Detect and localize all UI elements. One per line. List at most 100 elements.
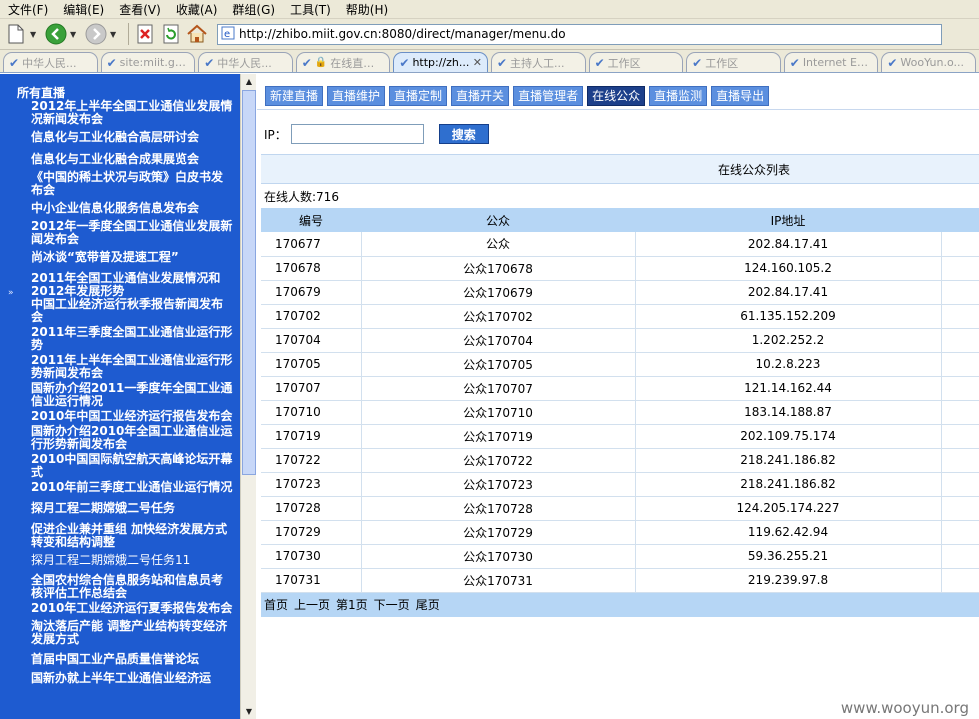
pager-next[interactable]: 下一页 [374, 596, 410, 613]
refresh-icon[interactable] [159, 22, 183, 46]
nav-new-live[interactable]: 新建直播 [265, 85, 324, 106]
cell-id: 170710 [261, 400, 362, 425]
sidebar-item[interactable]: 2011年上半年全国工业通信业运行形势新闻发布会 [31, 354, 234, 380]
menu-view[interactable]: 查看(V) [119, 1, 161, 18]
chevron-down-icon[interactable]: ▼ [70, 30, 80, 39]
address-bar[interactable]: e http://zhibo.miit.gov.cn:8080/direct/m… [217, 23, 942, 45]
sidebar-item[interactable]: 国新办就上半年工业通信业经济运 [31, 672, 234, 685]
tab-5-active[interactable]: ✔ http://zh... ✕ [393, 52, 488, 72]
sidebar-item[interactable]: 2010年工业经济运行夏季报告发布会 [31, 602, 234, 615]
sidebar-item[interactable]: 首届中国工业产品质量信誉论坛 [31, 653, 234, 666]
online-count: 在线人数:716 [264, 189, 339, 204]
nav-live-export[interactable]: 直播导出 [711, 85, 770, 106]
address-url[interactable]: http://zhibo.miit.gov.cn:8080/direct/man… [239, 27, 566, 41]
main-content: 新建直播 直播维护 直播定制 直播开关 直播管理者 在线公众 直播监测 直播导出… [257, 74, 979, 719]
pager-last[interactable]: 尾页 [416, 596, 440, 613]
sidebar-item[interactable]: 探月工程二期嫦娥二号任务 [31, 502, 234, 515]
sidebar-item[interactable]: 2012年上半年全国工业通信业发展情况新闻发布会 [31, 100, 234, 126]
sidebar-item[interactable]: 中国工业经济运行秋季报告新闻发布会 [31, 298, 234, 324]
sidebar-item[interactable]: 探月工程二期嫦娥二号任务11 [31, 554, 234, 567]
menu-tools[interactable]: 工具(T) [290, 1, 331, 18]
nav-live-maintain[interactable]: 直播维护 [327, 85, 386, 106]
watermark: www.wooyun.org [840, 699, 969, 717]
nav-live-monitor[interactable]: 直播监测 [649, 85, 708, 106]
table-row: 170719 公众170719 202.109.75.174 [261, 424, 979, 449]
back-arrow-icon[interactable] [44, 22, 68, 46]
cell-extra [941, 448, 979, 473]
cell-public: 公众170719 [361, 424, 636, 449]
tab-2[interactable]: ✔site:miit.gov... [100, 52, 196, 72]
pager-first[interactable]: 首页 [264, 596, 288, 613]
menu-file[interactable]: 文件(F) [8, 1, 48, 18]
cell-extra [941, 424, 979, 449]
chevron-down-icon[interactable]: ▼ [110, 30, 120, 39]
sidebar-item[interactable]: 2010年前三季度工业通信业运行情况 [31, 481, 234, 494]
pager-current: 第1页 [336, 598, 368, 612]
sidebar-item[interactable]: 促进企业兼并重组 加快经济发展方式转变和结构调整 [31, 523, 234, 549]
nav-live-managers[interactable]: 直播管理者 [513, 85, 584, 106]
search-row: IP： 搜索 [264, 122, 489, 146]
browser-toolbar: ▼ ▼ ▼ e http://zhibo.miit.gov.cn:8080/di… [0, 19, 979, 50]
sidebar-item[interactable]: 2010中国国际航空航天高峰论坛开幕式 [31, 453, 234, 479]
cell-ip: 119.62.42.94 [635, 520, 942, 545]
col-header-public: 公众 [361, 208, 635, 232]
forward-arrow-icon[interactable] [84, 22, 108, 46]
tab-6[interactable]: ✔ 主持人工... [490, 52, 586, 72]
tab-1[interactable]: ✔ 中华人民... [3, 52, 98, 72]
scroll-up-icon[interactable]: ▲ [242, 74, 256, 89]
table-row: 170729 公众170729 119.62.42.94 [261, 520, 979, 545]
tab-strip: ✔中华人民... ✔site:miit.gov... ✔中华人民... ✔🔒在线… [0, 50, 979, 73]
cell-public: 公众170729 [361, 520, 636, 545]
nav-live-customize[interactable]: 直播定制 [389, 85, 448, 106]
sidebar-item[interactable]: 尚冰谈“宽带普及提速工程” [31, 251, 234, 264]
col-header-id: 编号 [261, 208, 361, 232]
sidebar-item[interactable]: 《中国的稀土状况与政策》白皮书发布会 [31, 171, 234, 197]
sidebar-scrollbar[interactable]: ▲ ▼ [240, 74, 256, 719]
col-header-ip: IP地址 [635, 208, 941, 232]
home-icon[interactable] [185, 22, 209, 46]
tab-10[interactable]: ✔ WooYun.o... [881, 52, 976, 72]
cell-extra [941, 472, 979, 497]
table-header-row: 编号 公众 IP地址 [261, 208, 979, 232]
close-icon[interactable]: ✕ [473, 56, 482, 69]
scrollbar-thumb[interactable] [242, 90, 256, 475]
sidebar-item[interactable]: 2011年三季度全国工业通信业运行形势 [31, 326, 234, 352]
sidebar: 所有直播 » 2012年上半年全国工业通信业发展情况新闻发布会 信息化与工业化融… [0, 74, 240, 719]
sidebar-item[interactable]: 全国农村综合信息服务站和信息员考核评估工作总结会 [31, 574, 234, 600]
tab-4[interactable]: ✔🔒在线直播(3... [295, 52, 391, 72]
menu-groups[interactable]: 群组(G) [232, 1, 275, 18]
menu-favorites[interactable]: 收藏(A) [176, 1, 218, 18]
tab-9[interactable]: ✔ Internet Ex... [783, 52, 879, 72]
pager-prev[interactable]: 上一页 [294, 596, 330, 613]
tab-8[interactable]: ✔ 工作区 [686, 52, 781, 72]
sidebar-item[interactable]: 国新办介绍2010年全国工业通信业运行形势新闻发布会 [31, 425, 234, 451]
sidebar-item[interactable]: 2010年中国工业经济运行报告发布会 [31, 410, 234, 423]
sidebar-item[interactable]: 淘汰落后产能 调整产业结构转变经济发展方式 [31, 620, 234, 646]
scroll-down-icon[interactable]: ▼ [242, 704, 256, 719]
cell-ip: 10.2.8.223 [635, 352, 942, 377]
nav-online-public[interactable]: 在线公众 [587, 85, 646, 106]
tab-3[interactable]: ✔ 中华人民... [198, 52, 293, 72]
cell-id: 170702 [261, 304, 362, 329]
stop-icon[interactable] [133, 22, 157, 46]
menu-help[interactable]: 帮助(H) [346, 1, 388, 18]
sidebar-item[interactable]: 2011年全国工业通信业发展情况和2012年发展形势 [31, 272, 234, 298]
sidebar-heading[interactable]: 所有直播 [0, 74, 240, 100]
expand-arrow-icon[interactable]: » [8, 288, 14, 298]
action-nav: 新建直播 直播维护 直播定制 直播开关 直播管理者 在线公众 直播监测 直播导出 [257, 82, 979, 110]
tab-7[interactable]: ✔ 工作区 [588, 52, 684, 72]
col-header-extra [941, 208, 979, 232]
menu-edit[interactable]: 编辑(E) [63, 1, 104, 18]
sidebar-item[interactable]: 国新办介绍2011一季度年全国工业通信业运行情况 [31, 382, 234, 408]
chevron-down-icon[interactable]: ▼ [30, 30, 40, 39]
cell-ip: 59.36.255.21 [635, 544, 942, 569]
search-button[interactable]: 搜索 [438, 124, 489, 144]
toolbar-separator [128, 23, 129, 45]
sidebar-item[interactable]: 信息化与工业化融合成果展览会 [31, 153, 234, 166]
sidebar-item[interactable]: 中小企业信息化服务信息发布会 [31, 202, 234, 215]
new-page-icon[interactable] [4, 22, 28, 46]
nav-live-switch[interactable]: 直播开关 [451, 85, 510, 106]
sidebar-item[interactable]: 信息化与工业化融合高层研讨会 [31, 131, 234, 144]
sidebar-item[interactable]: 2012年一季度全国工业通信业发展新闻发布会 [31, 220, 234, 246]
ip-search-input[interactable] [290, 124, 424, 144]
